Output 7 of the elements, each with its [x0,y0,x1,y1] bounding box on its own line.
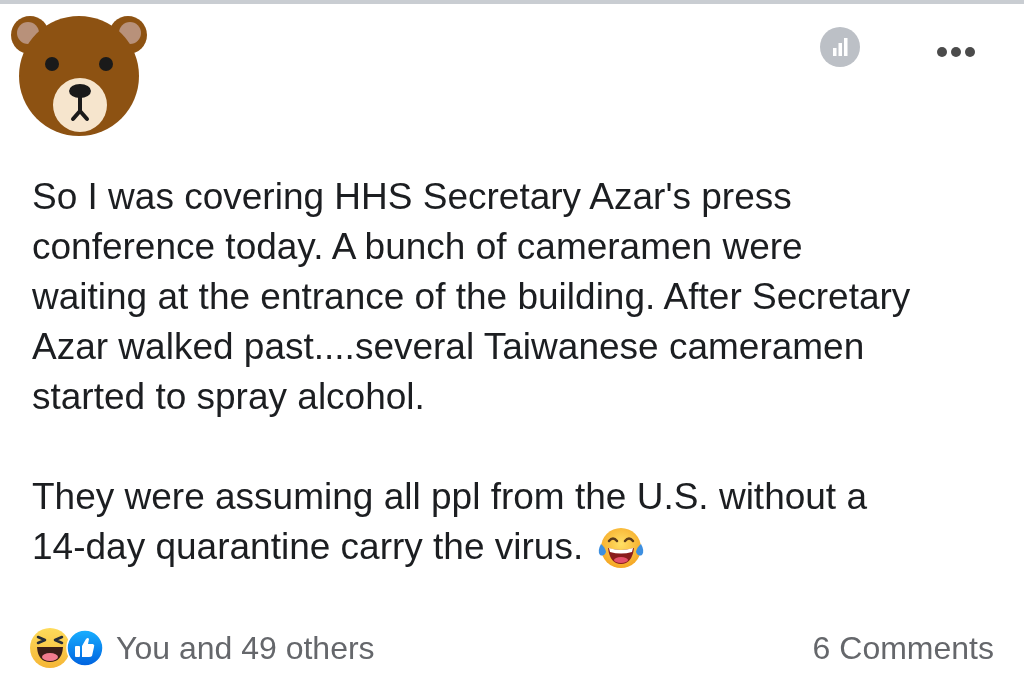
thumbs-up-icon [66,629,104,667]
bear-face-icon[interactable] [10,13,148,137]
post-text: So I was covering HHS Secretary Azar's press conference today. A bunch of cameramen were waiting at the entrance of the building. After Secretary Azar walked past....several Taiwanese cameramen started to spray alcohol. [32,176,911,417]
reactions-link[interactable]: You and 49 others [116,630,375,666]
comments-link[interactable]: 6 Comments [812,630,994,666]
laughing-emoji-icon [30,628,70,668]
more-options-icon[interactable] [937,47,975,57]
